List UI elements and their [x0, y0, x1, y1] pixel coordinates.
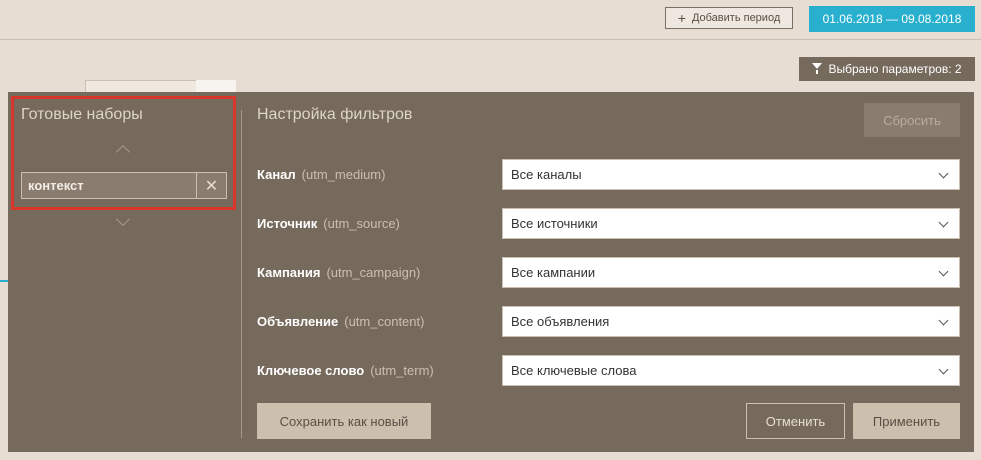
chevron-down-icon[interactable]	[115, 211, 131, 227]
presets-column: Готовые наборы контекст ✕	[8, 92, 240, 452]
chevron-down-icon	[938, 364, 949, 375]
select-value: Все ключевые слова	[511, 363, 637, 378]
filter-label-main: Источник	[257, 216, 318, 231]
preset-selector[interactable]: контекст ✕	[21, 172, 227, 199]
plus-icon: +	[677, 10, 686, 26]
filter-label-param: (utm_medium)	[301, 167, 386, 182]
chart-line-hint	[0, 280, 8, 282]
filter-label-param: (utm_source)	[323, 216, 400, 231]
presets-title: Готовые наборы	[21, 106, 143, 123]
select-value: Все источники	[511, 216, 598, 231]
cancel-button[interactable]: Отменить	[746, 403, 845, 439]
filter-label-main: Объявление	[257, 314, 339, 329]
filter-label-param: (utm_term)	[370, 363, 434, 378]
date-range-button[interactable]: 01.06.2018 — 09.08.2018	[809, 6, 975, 32]
campaign-select[interactable]: Все кампании	[502, 257, 960, 288]
content-select[interactable]: Все объявления	[502, 306, 960, 337]
selected-params-badge[interactable]: Выбрано параметров: 2	[799, 57, 975, 81]
filter-row-source: Источник (utm_source) Все источники	[257, 208, 960, 239]
channel-select[interactable]: Все каналы	[502, 159, 960, 190]
filter-label-main: Ключевое слово	[257, 363, 365, 378]
filter-label: Кампания (utm_campaign)	[257, 257, 420, 288]
preset-value[interactable]: контекст	[22, 173, 196, 198]
apply-button[interactable]: Применить	[853, 403, 960, 439]
add-period-label: Добавить период	[691, 12, 781, 24]
chevron-down-icon	[938, 217, 949, 228]
filter-row-term: Ключевое слово (utm_term) Все ключевые с…	[257, 355, 960, 386]
filter-label-param: (utm_campaign)	[326, 265, 421, 280]
filter-row-channel: Канал (utm_medium) Все каналы	[257, 159, 960, 190]
source-select[interactable]: Все источники	[502, 208, 960, 239]
filter-label-param: (utm_content)	[344, 314, 425, 329]
filter-row-campaign: Кампания (utm_campaign) Все кампании	[257, 257, 960, 288]
chevron-down-icon	[938, 315, 949, 326]
save-as-new-button[interactable]: Сохранить как новый	[257, 403, 431, 439]
filter-label-main: Кампания	[257, 265, 321, 280]
chevron-down-icon	[938, 266, 949, 277]
select-value: Все кампании	[511, 265, 596, 280]
filters-title: Настройка фильтров	[257, 106, 413, 123]
close-icon[interactable]: ✕	[196, 173, 226, 198]
funnel-icon	[812, 63, 823, 74]
chevron-down-icon	[938, 168, 949, 179]
filter-label: Объявление (utm_content)	[257, 306, 424, 337]
tab-hint	[196, 80, 236, 92]
chevron-up-icon[interactable]	[115, 144, 131, 160]
filter-row-content: Объявление (utm_content) Все объявления	[257, 306, 960, 337]
select-value: Все каналы	[511, 167, 582, 182]
top-bar: + Добавить период 01.06.2018 — 09.08.201…	[0, 0, 981, 40]
term-select[interactable]: Все ключевые слова	[502, 355, 960, 386]
filter-label: Ключевое слово (utm_term)	[257, 355, 434, 386]
select-value: Все объявления	[511, 314, 610, 329]
filter-label: Источник (utm_source)	[257, 208, 400, 239]
filter-label: Канал (utm_medium)	[257, 159, 385, 190]
filter-panel: Готовые наборы контекст ✕ Настройка филь…	[8, 92, 974, 452]
add-period-button[interactable]: + Добавить период	[665, 7, 793, 29]
filter-label-main: Канал	[257, 167, 296, 182]
selected-params-label: Выбрано параметров: 2	[828, 62, 962, 76]
column-divider	[241, 110, 242, 438]
reset-button[interactable]: Сбросить	[864, 103, 960, 137]
